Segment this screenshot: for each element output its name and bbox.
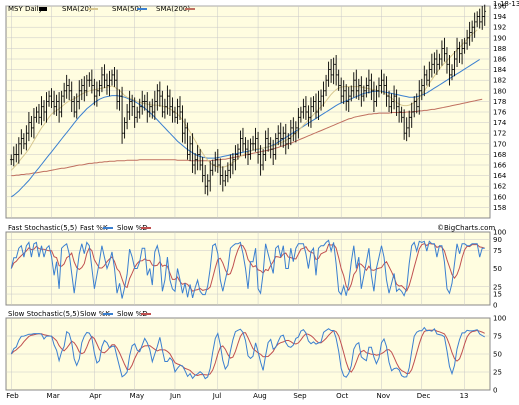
fast-k-legend-swatch (103, 227, 113, 229)
x-tick-label-Mar: Mar (47, 392, 60, 400)
price-panel: 158 160 162 164 166 168 170 172 174 176 178 180 182 1… (5, 0, 519, 219)
price-tick-label-184: 184 (493, 66, 507, 74)
slow-stochastic-legend: Slow Stochastic(5,5) Slow %K Slow %D (8, 310, 151, 318)
fast-stochastic-tick-label-25: 25 (493, 283, 502, 291)
price-tick-label-190: 190 (493, 34, 506, 42)
price-tick-label-192: 192 (493, 24, 506, 32)
price-tick-label-178: 178 (493, 98, 506, 106)
slow-stochastic-tick-label-0: 0 (493, 387, 497, 395)
slow-d-legend-swatch (141, 313, 151, 315)
price-tick-label-174: 174 (493, 119, 507, 127)
fast-stochastic-label: Fast Stochastic(5,5) (8, 224, 77, 232)
fast-stochastic-panel: 01525507590100 Fast Stochastic(5,5) Fast… (5, 224, 506, 310)
price-tick-label-188: 188 (493, 45, 506, 53)
sma20-legend-swatch (88, 8, 98, 10)
fast-stochastic-tick-label-15: 15 (493, 291, 502, 299)
price-tick-label-182: 182 (493, 77, 506, 85)
x-tick-label-Oct: Oct (336, 392, 348, 400)
fast-stochastic-tick-label-50: 50 (493, 265, 502, 273)
price-tick-label-162: 162 (493, 183, 506, 191)
fast-stochastic-legend: Fast Stochastic(5,5) Fast %K Slow %D (8, 224, 151, 232)
price-tick-label-164: 164 (493, 172, 507, 180)
price-tick-label-176: 176 (493, 109, 507, 117)
sma200-legend-swatch (185, 8, 195, 10)
x-tick-label-Feb: Feb (6, 392, 19, 400)
slow-stochastic-label: Slow Stochastic(5,5) (8, 310, 80, 318)
x-tick-label-May: May (130, 392, 144, 400)
price-tick-label-172: 172 (493, 130, 506, 138)
price-tick-label-180: 180 (493, 87, 506, 95)
x-tick-label-Dec: Dec (417, 392, 431, 400)
fast-stochastic-y-axis: 01525507590100 (493, 229, 506, 310)
price-y-axis: 158 160 162 164 166 168 170 172 174 176 178 180 182 1… (493, 3, 507, 212)
slow-stochastic-y-axis: 0 25 50 75 100 (493, 315, 506, 395)
slow-k-legend-swatch (103, 313, 113, 315)
fast-stochastic-tick-label-0: 0 (493, 302, 497, 310)
x-tick-label-Nov: Nov (376, 392, 390, 400)
sma50-legend-swatch (137, 8, 147, 10)
sma20-legend-label: SMA(20) (62, 5, 92, 13)
chart-canvas: 158 160 162 164 166 168 170 172 174 176 178 180 182 1… (5, 0, 519, 400)
slow-stochastic-tick-label-75: 75 (493, 333, 502, 341)
price-tick-label-186: 186 (493, 56, 507, 64)
date-label: 1-18-13 (493, 0, 519, 8)
fast-d-legend-swatch (141, 227, 151, 229)
slow-stochastic-panel: 0 25 50 75 100 Slow Stochastic(5,5) Slow %K … (5, 310, 506, 395)
price-tick-label-166: 166 (493, 162, 507, 170)
symbol-label: MSY Daily (8, 5, 43, 13)
x-tick-label-Apr: Apr (89, 392, 101, 400)
x-tick-label-13: 13 (460, 392, 469, 400)
watermark: ©BigCharts.com (437, 224, 495, 232)
x-tick-label-Jun: Jun (169, 392, 181, 400)
x-axis: Feb Mar Apr May Jun Jul Aug Sep Oct Nov Dec 13 (6, 392, 468, 400)
x-tick-label-Aug: Aug (253, 392, 267, 400)
price-tick-label-170: 170 (493, 140, 506, 148)
x-tick-label-Sep: Sep (293, 392, 307, 400)
price-tick-label-168: 168 (493, 151, 506, 159)
price-tick-label-160: 160 (493, 193, 506, 201)
price-tick-label-194: 194 (493, 13, 507, 21)
price-grid (6, 5, 490, 218)
fast-stochastic-tick-label-90: 90 (493, 236, 502, 244)
slow-stochastic-tick-label-25: 25 (493, 369, 502, 377)
price-tick-label-158: 158 (493, 204, 506, 212)
x-tick-label-Jul: Jul (212, 392, 222, 400)
fast-stochastic-tick-label-75: 75 (493, 247, 502, 255)
slow-stochastic-tick-label-100: 100 (493, 315, 506, 323)
stock-chart: 158 160 162 164 166 168 170 172 174 176 178 180 182 1… (0, 0, 519, 401)
slow-stochastic-tick-label-50: 50 (493, 351, 502, 359)
symbol-swatch (39, 7, 47, 11)
